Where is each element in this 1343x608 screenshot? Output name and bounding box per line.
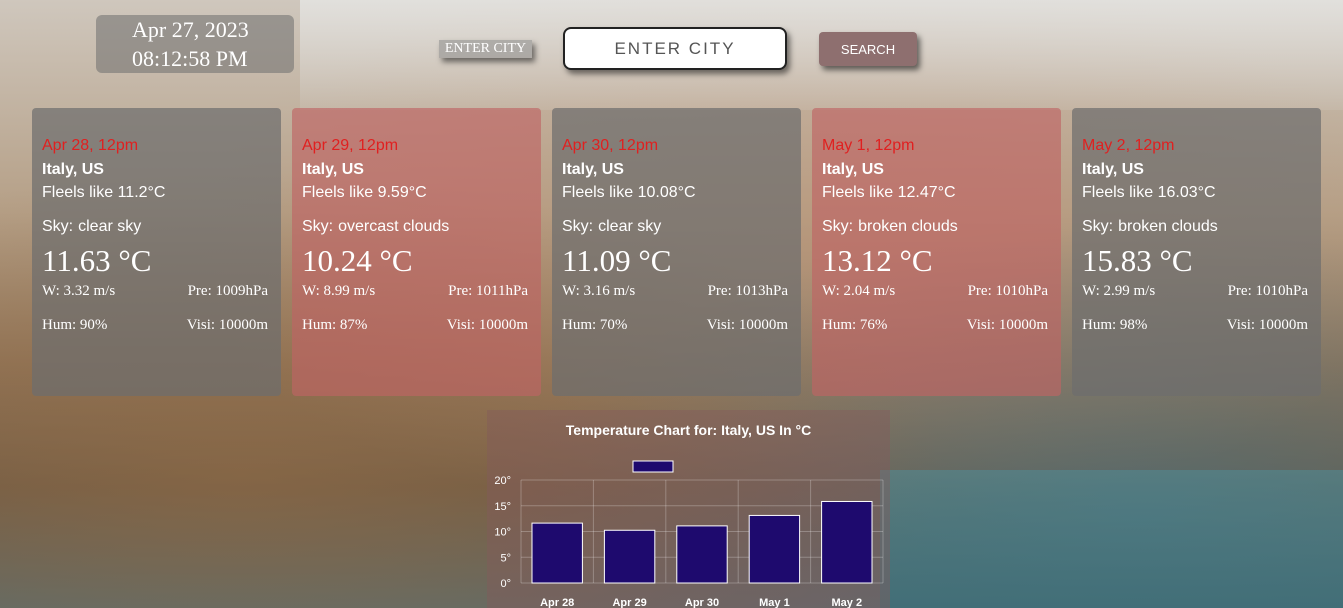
sky-label: Sky:	[822, 218, 854, 235]
sky-condition: Sky: clear sky	[42, 218, 141, 236]
feels-like: Fleels like 12.47°C	[822, 184, 956, 201]
sky-value: clear sky	[78, 218, 142, 235]
forecast-card: Apr 28, 12pm Italy, US Fleels like 11.2°…	[32, 108, 281, 396]
temperature: 15.83 °C	[1082, 243, 1193, 278]
chart-y-tick-label: 5°	[500, 552, 511, 564]
humidity: Hum: 90%	[42, 317, 108, 333]
sky-condition: Sky: broken clouds	[822, 218, 958, 236]
temperature: 10.24 °C	[302, 243, 413, 278]
sky-condition: Sky: clear sky	[562, 218, 661, 236]
city-search-input[interactable]	[563, 27, 787, 70]
forecast-location: Italy, US	[822, 161, 884, 178]
chart-bar	[748, 514, 801, 584]
temperature: 11.63 °C	[42, 243, 152, 278]
feels-like: Fleels like 11.2°C	[42, 184, 166, 201]
pressure: Pre: 1013hPa	[707, 283, 788, 299]
chart-x-tick-label: Apr 30	[685, 597, 719, 608]
clock-date: Apr 27, 2023	[132, 17, 249, 42]
sky-condition: Sky: overcast clouds	[302, 218, 449, 236]
visibility: Visi: 10000m	[446, 317, 528, 333]
chart-x-tick-label: Apr 28	[540, 597, 574, 608]
pressure: Pre: 1010hPa	[1227, 283, 1308, 299]
forecast-date: Apr 29, 12pm	[302, 137, 399, 154]
visibility: Visi: 10000m	[186, 317, 268, 333]
search-label: ENTER CITY	[439, 40, 532, 58]
pressure: Pre: 1011hPa	[448, 283, 528, 299]
temperature: 13.12 °C	[822, 243, 933, 278]
sky-value: overcast clouds	[338, 218, 450, 235]
clock-panel: Apr 27, 2023 08:12:58 PM	[96, 15, 294, 73]
sky-value: clear sky	[598, 218, 662, 235]
wind-speed: W: 2.99 m/s	[1082, 283, 1156, 299]
feels-like: Fleels like 10.08°C	[562, 184, 696, 201]
sky-condition: Sky: broken clouds	[1082, 218, 1218, 236]
forecast-location: Italy, US	[42, 161, 104, 178]
forecast-location: Italy, US	[562, 161, 624, 178]
chart-legend-swatch	[632, 460, 674, 473]
chart-x-tick-label: May 2	[832, 597, 863, 608]
chart-bar	[821, 500, 873, 584]
sky-value: broken clouds	[1118, 218, 1218, 235]
temperature: 11.09 °C	[562, 243, 672, 278]
sky-label: Sky:	[42, 218, 74, 235]
forecast-card: May 1, 12pm Italy, US Fleels like 12.47°…	[812, 108, 1061, 396]
clock-time: 08:12:58 PM	[132, 46, 248, 71]
visibility: Visi: 10000m	[1226, 317, 1308, 333]
wind-speed: W: 8.99 m/s	[302, 283, 376, 299]
forecast-card: Apr 30, 12pm Italy, US Fleels like 10.08…	[552, 108, 801, 396]
sky-value: broken clouds	[858, 218, 958, 235]
forecast-date: May 1, 12pm	[822, 137, 915, 154]
forecast-card: Apr 29, 12pm Italy, US Fleels like 9.59°…	[292, 108, 541, 396]
forecast-location: Italy, US	[1082, 161, 1144, 178]
humidity: Hum: 76%	[822, 317, 888, 333]
chart-y-tick-label: 15°	[494, 501, 511, 513]
forecast-location: Italy, US	[302, 161, 364, 178]
forecast-date: Apr 30, 12pm	[562, 137, 659, 154]
sky-label: Sky:	[302, 218, 334, 235]
chart-canvas: 0° 5° 10° 15° 20° Apr 28 Apr 29 Apr 30 May 1 May …	[494, 460, 884, 608]
humidity: Hum: 70%	[562, 317, 628, 333]
pressure: Pre: 1009hPa	[187, 283, 268, 299]
temperature-chart: Temperature Chart for: Italy, US In °C 0…	[487, 410, 890, 608]
pressure: Pre: 1010hPa	[967, 283, 1048, 299]
chart-y-tick-label: 0°	[500, 578, 511, 590]
wind-speed: W: 2.04 m/s	[822, 283, 896, 299]
chart-y-tick-label: 10°	[494, 527, 511, 539]
forecast-card: May 2, 12pm Italy, US Fleels like 16.03°…	[1072, 108, 1321, 396]
forecast-date: Apr 28, 12pm	[42, 137, 139, 154]
chart-x-tick-label: May 1	[759, 597, 790, 608]
feels-like: Fleels like 16.03°C	[1082, 184, 1216, 201]
wind-speed: W: 3.32 m/s	[42, 283, 116, 299]
sky-label: Sky:	[562, 218, 594, 235]
feels-like: Fleels like 9.59°C	[302, 184, 427, 201]
visibility: Visi: 10000m	[966, 317, 1048, 333]
background-sea	[880, 470, 1343, 608]
chart-x-tick-label: Apr 29	[612, 597, 646, 608]
sky-label: Sky:	[1082, 218, 1114, 235]
forecast-date: May 2, 12pm	[1082, 137, 1175, 154]
chart-bar	[676, 525, 728, 584]
visibility: Visi: 10000m	[706, 317, 788, 333]
wind-speed: W: 3.16 m/s	[562, 283, 636, 299]
chart-y-tick-label: 20°	[494, 475, 511, 487]
chart-bar	[531, 522, 583, 584]
search-button[interactable]: SEARCH	[819, 32, 917, 66]
chart-bar	[603, 529, 656, 584]
humidity: Hum: 98%	[1082, 317, 1148, 333]
humidity: Hum: 87%	[302, 317, 368, 333]
